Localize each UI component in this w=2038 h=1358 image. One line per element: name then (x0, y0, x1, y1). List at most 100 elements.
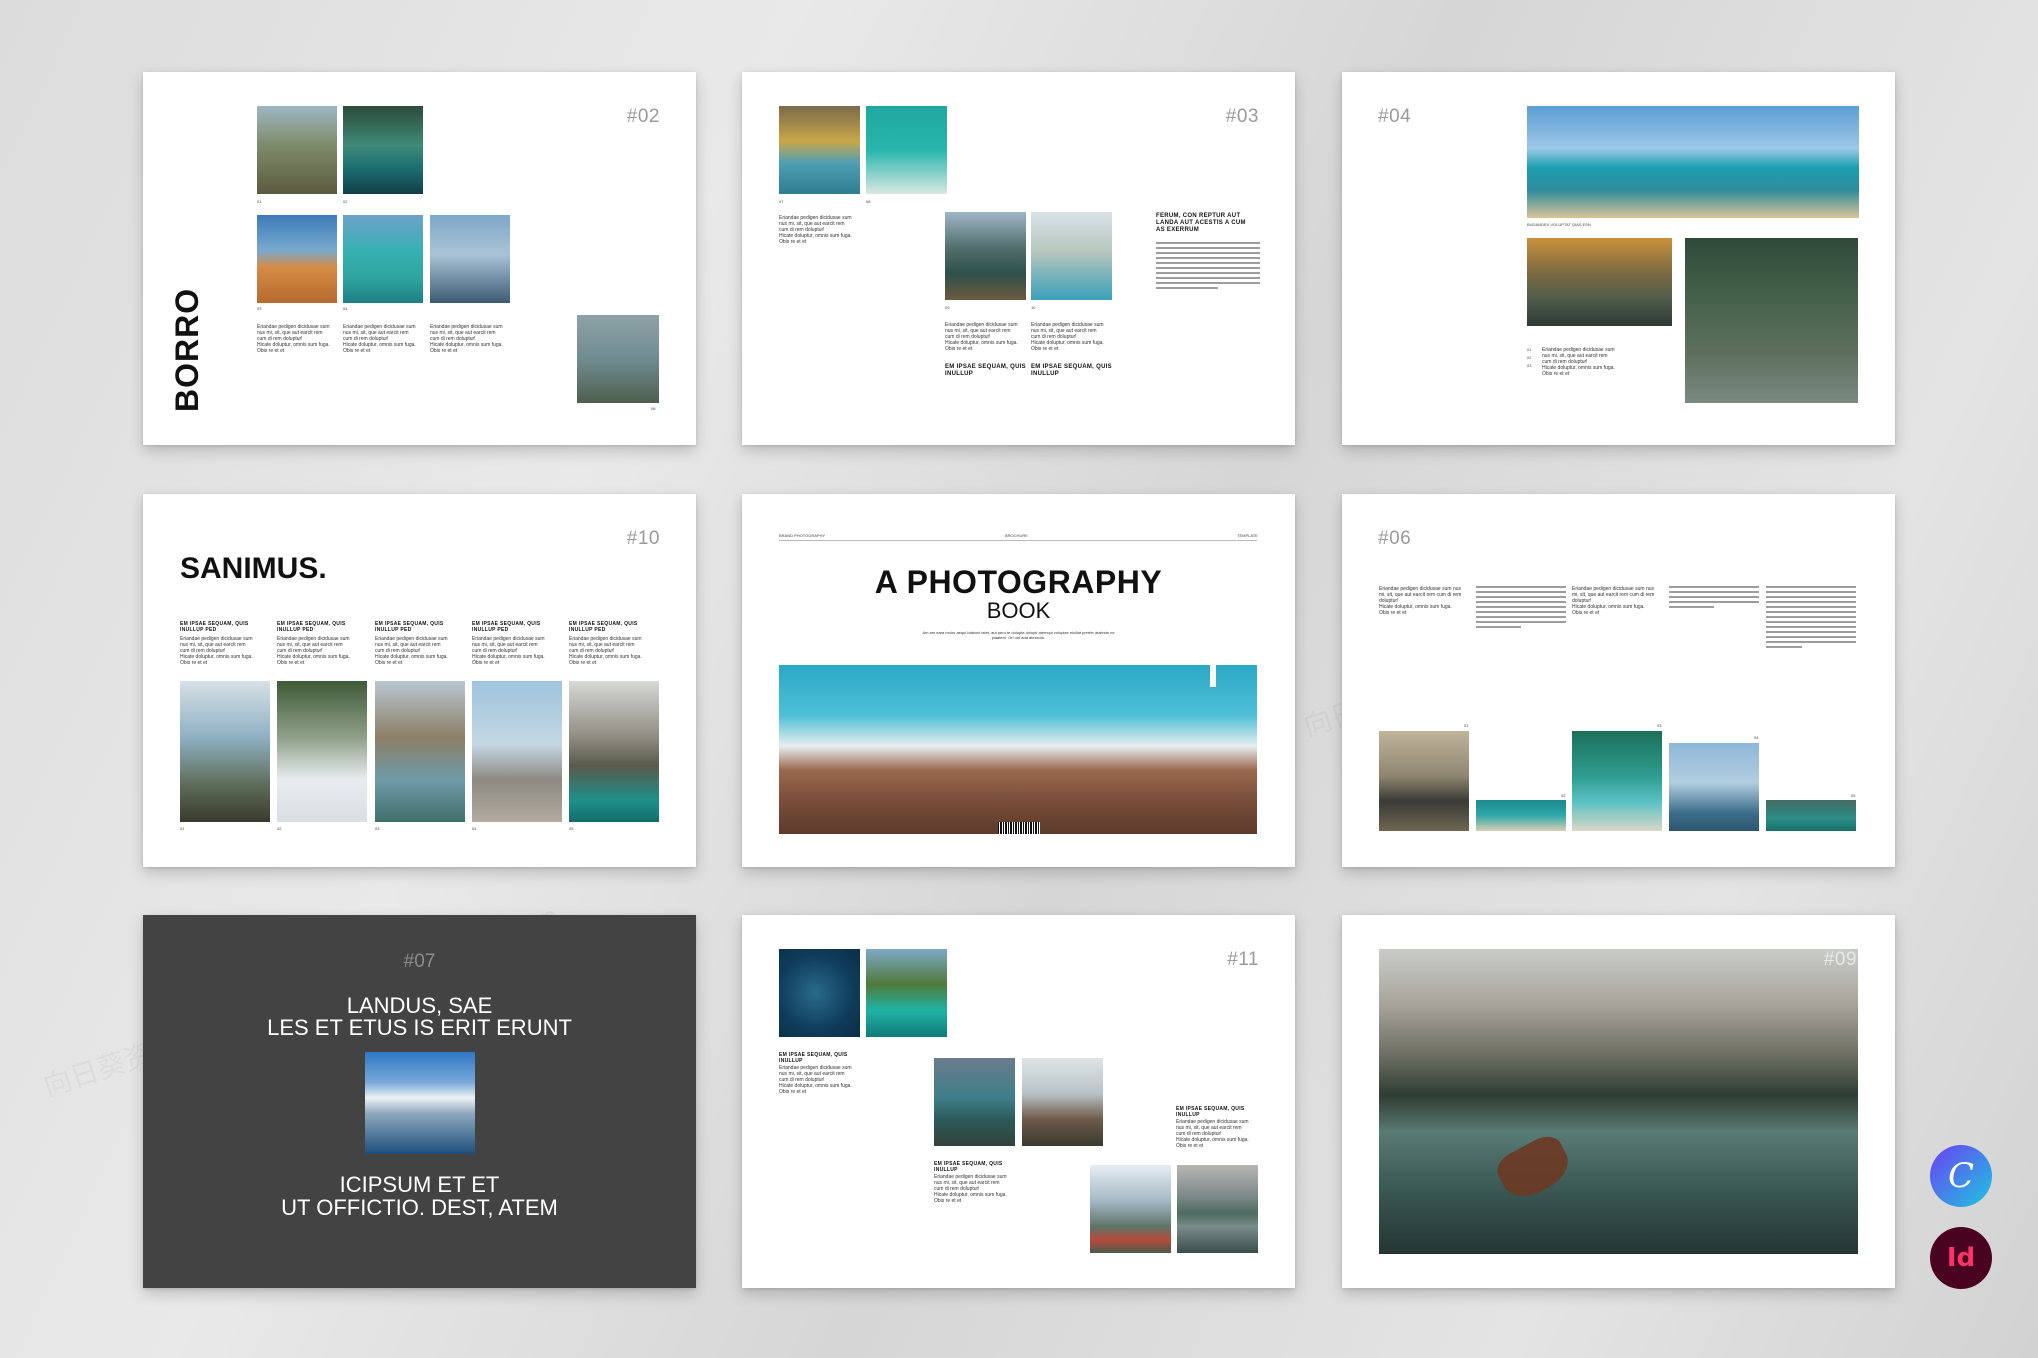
caption: 08 (866, 199, 871, 204)
photo-photographer (1685, 238, 1858, 403)
indesign-icon: Id (1930, 1227, 1992, 1289)
photo-coast (1527, 106, 1859, 218)
list-number: 02 (1527, 355, 1532, 360)
body-text: Eriandae pedigen dicidusae sum nus mi, s… (1379, 586, 1462, 616)
body-text: Eriandae pedigen dicidusae sum nus mi, s… (1542, 347, 1615, 377)
page-11[interactable]: #11 EM IPSAE SEQUAM, QUIS INULLUP Eriand… (742, 915, 1295, 1288)
photo-kayak-woman (779, 106, 860, 194)
cover-intro: Am am eara molor aequi blaboni iatet, au… (922, 630, 1115, 640)
page-02[interactable]: #02 BORRO 01 02 03 04 Eriandae pedigen d… (143, 72, 696, 445)
caption: 06 (651, 406, 656, 411)
caption: 04 (472, 826, 477, 831)
caption: 02 (343, 199, 348, 204)
photo-alps-hiker (1090, 1165, 1171, 1253)
cover-label: TEMPLATE (1237, 533, 1258, 538)
body-text-block (1156, 242, 1260, 292)
pull-quote: FERUM, CON REPTUR AUT LANDA AUT ACESTIS … (1156, 213, 1246, 233)
cover-type: BROCHURE (1005, 533, 1028, 538)
cover-rule (779, 540, 1257, 541)
page-cover[interactable]: BRAND PHOTOGRAPHY BROCHURE TEMPLATE A PH… (742, 494, 1295, 867)
body-text: Eriandae pedigen dicidusae sum nus mi, s… (1572, 586, 1655, 616)
body-text: Eriandae pedigen dicidusae sum nus mi, s… (779, 1065, 852, 1095)
page-title: BORRO (169, 287, 205, 412)
body-text-block (1766, 586, 1856, 651)
photo-tree-beach (866, 106, 947, 194)
caption: 01 (257, 199, 262, 204)
list-number: 01 (1527, 347, 1532, 352)
photo-cliff-man (180, 681, 270, 822)
body-text: Eriandae pedigen dicidusae sum nus mi, s… (945, 322, 1018, 352)
photo-man-beard (1379, 731, 1469, 831)
photo-boat-woman (1527, 238, 1672, 326)
photo-kayaker (1031, 212, 1112, 300)
body-text: Eriandae pedigen dicidusae sum nus mi, s… (180, 636, 253, 666)
photo-snow-skier (277, 681, 367, 822)
photo-lake-cliffs (934, 1058, 1015, 1146)
page-number: #07 (403, 951, 436, 972)
photo-woman-hair (430, 215, 510, 303)
section-heading: EM IPSAE SEQUAM, QUIS INULLUP (1031, 364, 1112, 377)
photo-green-cliffs (866, 949, 947, 1037)
caption: 03 (257, 306, 262, 311)
caption: 02 (277, 826, 282, 831)
photo-lake-boat-mountains (1379, 949, 1858, 1254)
photo-canoe-lake (945, 212, 1026, 300)
canvas: { "pages": { "p02": { "number": "#02", "… (0, 0, 2038, 1358)
caption: 01 (1464, 723, 1469, 728)
caption: 02 (1561, 793, 1566, 798)
photo-wind-hair (1669, 743, 1759, 831)
caption: 01 (180, 826, 185, 831)
page-03[interactable]: #03 07 08 Eriandae pedigen dicidusae sum… (742, 72, 1295, 445)
photo-lake-boat (343, 106, 423, 194)
barcode-icon (998, 822, 1040, 834)
body-text: Eriandae pedigen dicidusae sum nus mi, s… (934, 1174, 1007, 1204)
cover-brand: BRAND PHOTOGRAPHY (779, 533, 826, 538)
column-heading: EM IPSAE SEQUAM, QUIS INULLUP PED (180, 621, 249, 633)
page-number: #03 (1225, 106, 1259, 127)
page-04[interactable]: #04 BUDANDEX VOLUPTAT QIAS ESN 01 02 03 … (1342, 72, 1895, 445)
photo-man-field (257, 106, 337, 194)
body-text-block (1669, 586, 1759, 611)
cover-title: A PHOTOGRAPHY (874, 564, 1163, 600)
body-text: Eriandae pedigen dicidusae sum nus mi, s… (569, 636, 642, 666)
section-heading: EM IPSAE SEQUAM, QUIS INULLUP (779, 1052, 848, 1064)
caption: 05 (1851, 793, 1856, 798)
page-number: #04 (1378, 106, 1412, 127)
body-text: Eriandae pedigen dicidusae sum nus mi, s… (257, 324, 330, 354)
body-text-block (1476, 586, 1566, 631)
body-text: Eriandae pedigen dicidusae sum nus mi, s… (277, 636, 350, 666)
page-number: #11 (1227, 949, 1259, 970)
boat-shape (1491, 1130, 1577, 1206)
body-text: Eriandae pedigen dicidusae sum nus mi, s… (472, 636, 545, 666)
body-text: Eriandae pedigen dicidusae sum nus mi, s… (343, 324, 416, 354)
photo-caption: BUDANDEX VOLUPTAT QIAS ESN (1527, 222, 1591, 227)
photo-cliff-sea (1766, 800, 1856, 831)
cover-mark (1210, 665, 1216, 687)
page-06[interactable]: #06 Eriandae pedigen dicidusae sum nus m… (1342, 494, 1895, 867)
caption: 04 (1754, 735, 1759, 740)
photo-summit-man (1022, 1058, 1103, 1146)
page-number: #10 (626, 528, 660, 549)
body-text: Eriandae pedigen dicidusae sum nus mi, s… (430, 324, 503, 354)
column-heading: EM IPSAE SEQUAM, QUIS INULLUP PED (375, 621, 444, 633)
section-heading: EM IPSAE SEQUAM, QUIS INULLUP (1176, 1106, 1245, 1118)
column-heading: EM IPSAE SEQUAM, QUIS INULLUP PED (472, 621, 541, 633)
page-07[interactable]: #07 LANDUS, SAE LES ET ETUS IS ERIT ERUN… (143, 915, 696, 1288)
caption: 04 (343, 306, 348, 311)
indesign-glyph: Id (1946, 1243, 1976, 1273)
page-09[interactable]: #09 (1342, 915, 1895, 1288)
caption: 09 (945, 305, 950, 310)
cover-subtitle: BOOK (986, 598, 1051, 623)
page-10[interactable]: #10 SANIMUS. EM IPSAE SEQUAM, QUIS INULL… (143, 494, 696, 867)
headline-line: UT OFFICTIO. DEST, ATEM (281, 1195, 558, 1220)
photo-hiker (577, 315, 659, 403)
column-heading: EM IPSAE SEQUAM, QUIS INULLUP PED (569, 621, 638, 633)
photo-snow-mountain (365, 1052, 475, 1154)
page-number: #06 (1378, 528, 1412, 549)
photo-mountain-lake (569, 681, 659, 822)
page-title: SANIMUS. (180, 552, 327, 585)
section-heading: EM IPSAE SEQUAM, QUIS INULLUP (945, 364, 1026, 377)
photo-girl-beach (1572, 731, 1662, 831)
caption: 07 (779, 199, 784, 204)
photo-coast-cliff (375, 681, 465, 822)
